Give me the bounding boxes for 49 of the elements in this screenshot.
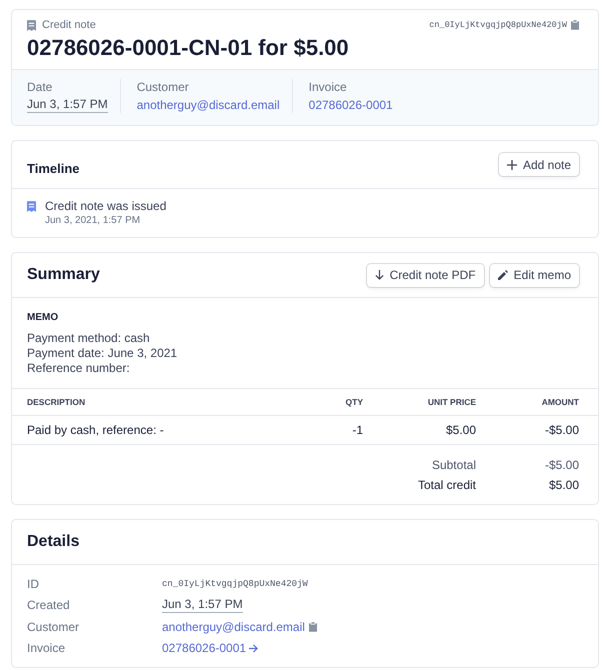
total-label: Subtotal	[432, 458, 476, 472]
field-link[interactable]: 02786026-0001	[308, 97, 393, 113]
table-cell: -$5.00	[544, 423, 579, 437]
field-label: Invoice	[308, 79, 347, 95]
clipboard-icon[interactable]	[571, 20, 579, 30]
section-title: Details	[27, 533, 80, 551]
date-value: Jun 3, 1:57 PM	[27, 97, 108, 113]
detail-label: ID	[27, 576, 39, 591]
plus-icon	[506, 160, 517, 170]
clipboard-icon[interactable]	[308, 622, 317, 632]
table-cell: -1	[352, 423, 363, 437]
arrow-right-icon	[249, 644, 258, 653]
event-time: Jun 3, 2021, 1:57 PM	[45, 214, 140, 228]
column-header: QTY	[346, 397, 363, 407]
field-label: Customer	[136, 79, 189, 95]
column-header: UNIT PRICE	[428, 397, 476, 407]
field-label: Date	[27, 79, 52, 95]
document-type-label: Credit note	[42, 19, 96, 31]
total-value: $5.00	[548, 478, 579, 492]
date-value: Jun 3, 1:57 PM	[162, 597, 243, 614]
section-title: Summary	[27, 266, 100, 284]
credit-note-title: 02786026-0001-CN-01 for $5.00	[27, 34, 350, 62]
field-link[interactable]: anotherguy@discard.email	[136, 97, 280, 113]
field-link[interactable]: anotherguy@discard.email	[162, 618, 305, 635]
field-link[interactable]: 02786026-0001	[162, 640, 258, 656]
table-cell: Paid by cash, reference: -	[27, 423, 164, 437]
table-cell: $5.00	[446, 423, 476, 437]
document-icon	[27, 20, 36, 30]
detail-label: Created	[27, 598, 70, 612]
detail-label: Customer	[27, 620, 80, 634]
document-icon	[27, 201, 36, 212]
edit-memo-button[interactable]: Edit memo	[490, 264, 579, 286]
memo-line: Payment method: cash	[27, 331, 150, 346]
add-note-button[interactable]: Add note	[498, 153, 579, 176]
total-value: -$5.00	[544, 458, 579, 472]
memo-line: Reference number:	[27, 361, 130, 376]
pencil-icon	[498, 270, 508, 280]
memo-heading: MEMO	[27, 311, 58, 325]
column-header: AMOUNT	[542, 397, 579, 407]
column-header: DESCRIPTION	[27, 397, 86, 407]
event-text: Credit note was issued	[45, 198, 166, 214]
section-title: Timeline	[27, 160, 80, 176]
credit-note-id: cn_0IyLjKtvgqjpQ8pUxNe420jW	[429, 20, 567, 30]
detail-label: Invoice	[27, 641, 66, 656]
memo-line: Payment date: June 3, 2021	[27, 346, 178, 361]
download-pdf-button[interactable]: Credit note PDF	[366, 264, 484, 286]
download-icon	[374, 270, 384, 280]
total-label: Total credit	[418, 478, 476, 492]
id-value: cn_0IyLjKtvgqjpQ8pUxNe420jW	[162, 578, 308, 589]
